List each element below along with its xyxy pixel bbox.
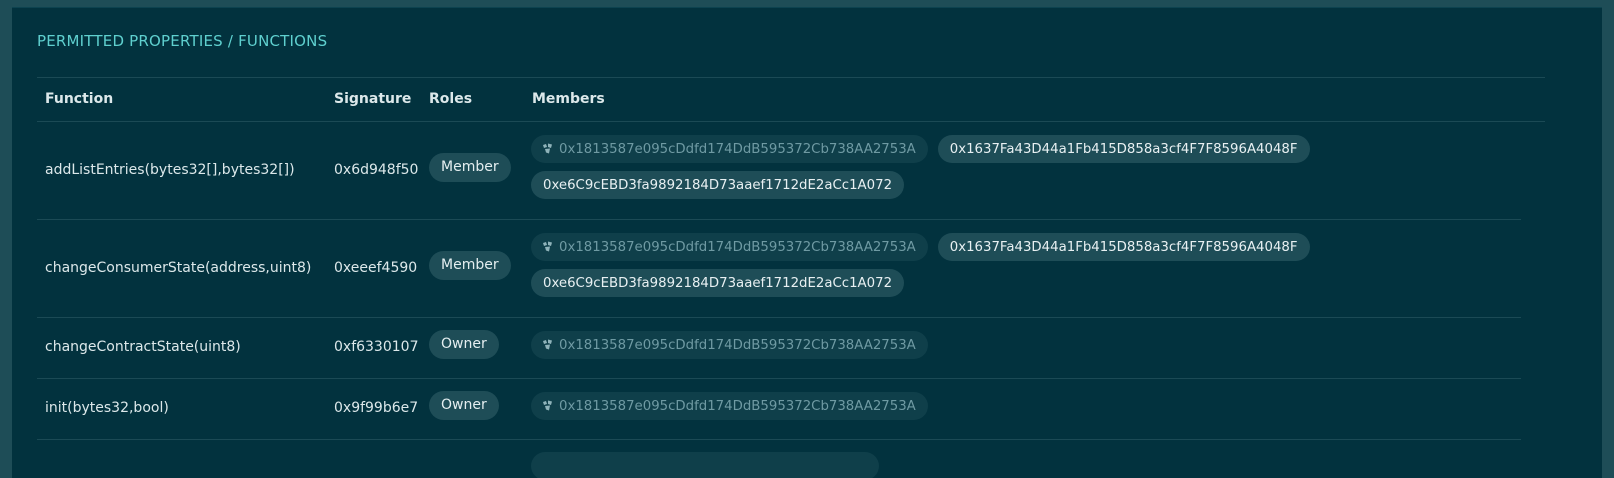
contract-icon — [541, 399, 555, 413]
column-header-members: Members — [532, 91, 605, 107]
role-badge[interactable]: Owner — [429, 391, 499, 420]
function-name: addListEntries(bytes32[],bytes32[]) — [45, 162, 295, 178]
table-row: changeContractState(uint8) 0xf6330107 Ow… — [37, 318, 1521, 379]
members-list — [531, 452, 1521, 478]
members-list: 0x1813587e095cDdfd174DdB595372Cb738AA275… — [531, 233, 1521, 297]
contract-icon — [541, 142, 555, 156]
function-signature: 0x9f99b6e7 — [334, 400, 419, 416]
role-badge[interactable]: Owner — [429, 330, 499, 359]
member-address: 0xe6C9cEBD3fa9892184D73aaef1712dE2aCc1A0… — [543, 177, 893, 193]
members-list: 0x1813587e095cDdfd174DdB595372Cb738AA275… — [531, 331, 1521, 359]
role-badge[interactable]: Member — [429, 251, 511, 280]
permitted-functions-panel: PERMITTED PROPERTIES / FUNCTIONS Functio… — [12, 7, 1602, 478]
function-signature: 0xeeef4590 — [334, 260, 418, 276]
permissions-table: Function Signature Roles Members addList… — [37, 77, 1545, 478]
function-name: init(bytes32,bool) — [45, 400, 169, 416]
member-address: 0x1637Fa43D44a1Fb415D858a3cf4F7F8596A404… — [949, 141, 1298, 157]
member-address-pill[interactable]: 0x1813587e095cDdfd174DdB595372Cb738AA275… — [531, 135, 928, 163]
table-row: addListEntries(bytes32[],bytes32[]) 0x6d… — [37, 122, 1521, 220]
column-header-signature: Signature — [334, 91, 412, 107]
table-header: Function Signature Roles Members — [37, 77, 1545, 122]
member-address-pill[interactable]: 0x1813587e095cDdfd174DdB595372Cb738AA275… — [531, 233, 928, 261]
member-address-pill[interactable] — [531, 452, 879, 478]
members-list: 0x1813587e095cDdfd174DdB595372Cb738AA275… — [531, 392, 1521, 420]
function-signature: 0xf6330107 — [334, 339, 419, 355]
member-address-pill[interactable]: 0x1813587e095cDdfd174DdB595372Cb738AA275… — [531, 392, 928, 420]
table-row — [37, 440, 1521, 478]
members-list: 0x1813587e095cDdfd174DdB595372Cb738AA275… — [531, 135, 1521, 199]
member-address-pill[interactable]: 0x1637Fa43D44a1Fb415D858a3cf4F7F8596A404… — [937, 233, 1310, 261]
table-row: changeConsumerState(address,uint8) 0xeee… — [37, 220, 1521, 318]
member-address: 0x1813587e095cDdfd174DdB595372Cb738AA275… — [559, 398, 916, 414]
function-name: changeContractState(uint8) — [45, 339, 241, 355]
member-address-pill[interactable]: 0xe6C9cEBD3fa9892184D73aaef1712dE2aCc1A0… — [531, 269, 905, 297]
member-address: 0x1813587e095cDdfd174DdB595372Cb738AA275… — [559, 337, 916, 353]
member-address: 0x1813587e095cDdfd174DdB595372Cb738AA275… — [559, 239, 916, 255]
member-address-pill[interactable]: 0x1813587e095cDdfd174DdB595372Cb738AA275… — [531, 331, 928, 359]
role-badge[interactable]: Member — [429, 153, 511, 182]
member-address: 0xe6C9cEBD3fa9892184D73aaef1712dE2aCc1A0… — [543, 275, 893, 291]
member-address-pill[interactable]: 0x1637Fa43D44a1Fb415D858a3cf4F7F8596A404… — [937, 135, 1310, 163]
function-name: changeConsumerState(address,uint8) — [45, 260, 312, 276]
contract-icon — [541, 338, 555, 352]
member-address: 0x1637Fa43D44a1Fb415D858a3cf4F7F8596A404… — [949, 239, 1298, 255]
member-address: 0x1813587e095cDdfd174DdB595372Cb738AA275… — [559, 141, 916, 157]
function-signature: 0x6d948f50 — [334, 162, 419, 178]
table-row: init(bytes32,bool) 0x9f99b6e7 Owner 0x18… — [37, 379, 1521, 440]
contract-icon — [541, 240, 555, 254]
section-title: PERMITTED PROPERTIES / FUNCTIONS — [37, 32, 328, 50]
column-header-function: Function — [45, 91, 114, 107]
member-address-pill[interactable]: 0xe6C9cEBD3fa9892184D73aaef1712dE2aCc1A0… — [531, 171, 905, 199]
column-header-roles: Roles — [429, 91, 473, 107]
